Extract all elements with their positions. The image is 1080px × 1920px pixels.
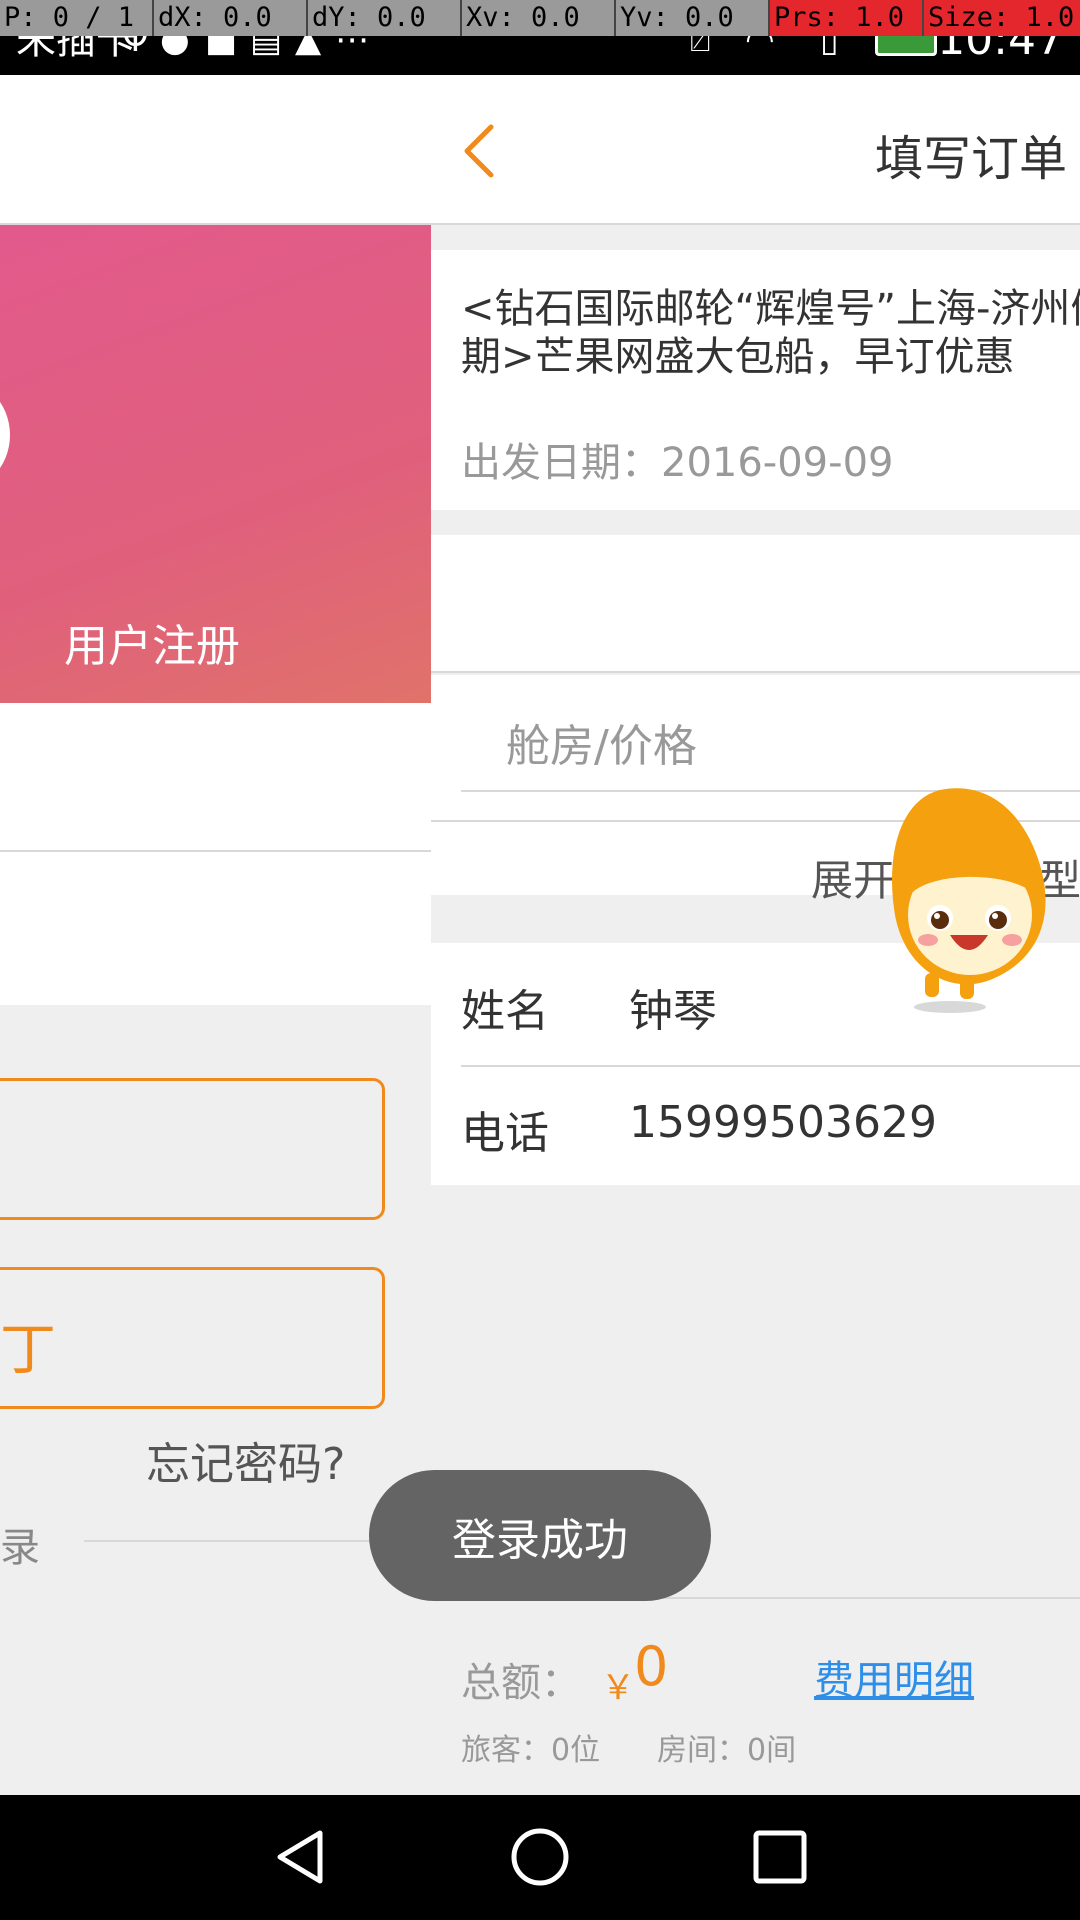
- phone-field[interactable]: 15999503629: [629, 1097, 937, 1148]
- room-count: 房间：0间: [657, 1733, 797, 1768]
- login-hero-banner: 用户注册: [0, 225, 431, 703]
- name-label: 姓名: [461, 986, 549, 1037]
- departure-date-label: 出发日期：: [461, 440, 661, 486]
- recents-icon[interactable]: [748, 1825, 812, 1889]
- login-page: 用户注册 丁 忘记密码? 录: [0, 75, 431, 1795]
- login-button-label: 丁: [0, 1318, 56, 1383]
- login-form-area: [0, 703, 431, 1005]
- debug-pressure: Prs: 1.0: [770, 0, 924, 36]
- total-label: 总额：: [461, 1660, 581, 1706]
- product-card: <钻石国际邮轮“辉煌号”上海-济州假期>芒果网盛大包船，早订优惠 出发日期：20…: [431, 250, 1080, 510]
- status-bar: 未插卡 Ψ ● ■ ▤ ▲ ⋯ ⍁ ◠ ▯ 10:47 P: 0 / 1 dX:…: [0, 0, 1080, 75]
- back-icon[interactable]: [270, 1825, 334, 1889]
- toast-message: 登录成功: [369, 1470, 711, 1601]
- total-amount: 0: [634, 1635, 669, 1698]
- phone-label: 电话: [461, 1108, 549, 1159]
- currency-symbol: ￥: [601, 1668, 635, 1708]
- divider: [461, 1065, 1080, 1067]
- order-header: 填写订单: [431, 75, 1080, 225]
- page-title: 填写订单: [875, 131, 1068, 187]
- divider: [0, 850, 431, 852]
- departure-date-row: 出发日期：2016-09-09: [461, 430, 893, 488]
- fee-detail-link[interactable]: 费用明细: [814, 1648, 974, 1706]
- mango-mascot-icon[interactable]: [880, 775, 1055, 1015]
- debug-dx: dX: 0.0: [154, 0, 308, 36]
- cabin-price-label: 舱房/价格: [506, 721, 697, 772]
- name-field[interactable]: 钟琴: [629, 975, 717, 1039]
- avatar[interactable]: [0, 375, 10, 495]
- debug-pointer: P: 0 / 1: [0, 0, 154, 36]
- traveler-count: 旅客：0位: [461, 1733, 601, 1768]
- debug-yv: Yv: 0.0: [616, 0, 770, 36]
- forgot-password-link[interactable]: 忘记密码?: [146, 1428, 345, 1492]
- navigation-bar: [0, 1795, 1080, 1920]
- home-icon[interactable]: [508, 1825, 572, 1889]
- debug-dy: dY: 0.0: [308, 0, 462, 36]
- login-header: [0, 75, 431, 225]
- other-login-label: 录: [0, 1525, 40, 1571]
- debug-size: Size: 1.0: [924, 0, 1080, 36]
- pointer-debug-overlay: P: 0 / 1 dX: 0.0 dY: 0.0 Xv: 0.0 Yv: 0.0…: [0, 0, 1080, 36]
- debug-xv: Xv: 0.0: [462, 0, 616, 36]
- register-link[interactable]: 用户注册: [64, 610, 240, 674]
- login-input-field[interactable]: [0, 1078, 385, 1220]
- cabin-header-section: [431, 535, 1080, 673]
- login-button-outline[interactable]: [0, 1267, 385, 1409]
- departure-date-value: 2016-09-09: [661, 440, 894, 486]
- product-title: <钻石国际邮轮“辉煌号”上海-济州假期>芒果网盛大包船，早订优惠: [461, 286, 1080, 380]
- back-arrow-icon[interactable]: [459, 123, 499, 179]
